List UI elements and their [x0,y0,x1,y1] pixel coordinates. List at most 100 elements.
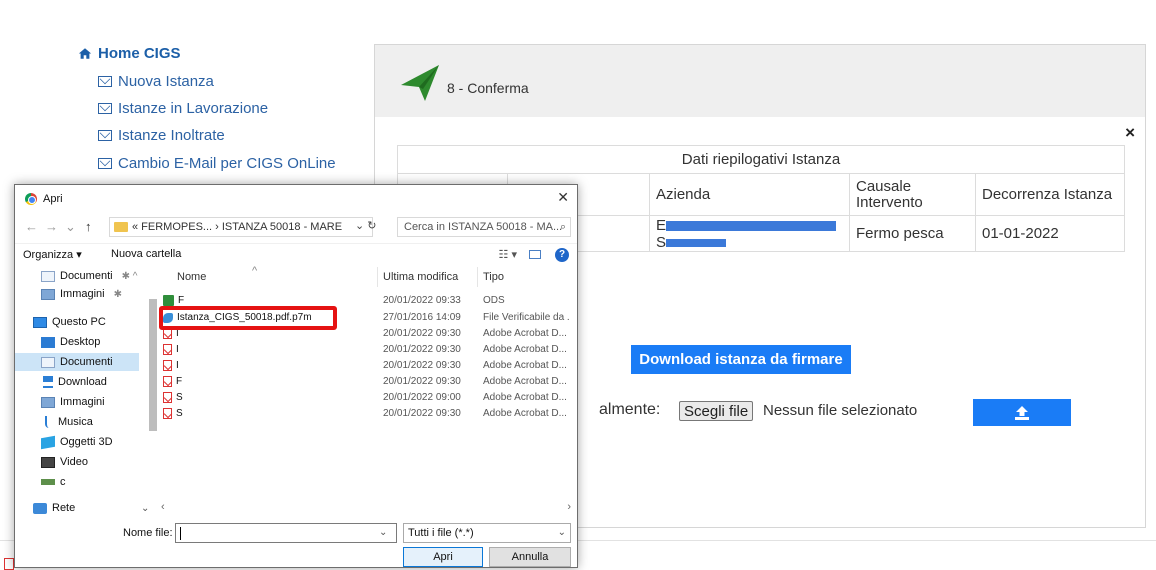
file-name-text: I [176,344,179,355]
nav-home-link[interactable]: Home CIGS [78,42,181,64]
document-folder-icon [41,270,55,282]
download-button[interactable]: Download istanza da firmare [631,345,851,374]
file-list-hscrollbar[interactable]: ‹ › [157,501,575,515]
file-date: 20/01/2022 09:30 [383,344,461,355]
file-list: Nome ^ Ultima modifica Tipo F 20/01/2022… [157,265,577,503]
tree-item-label: Desktop [60,336,101,348]
desktop-icon [41,336,55,348]
choose-file-button[interactable]: Scegli file [679,401,754,421]
file-row[interactable]: S 20/01/2022 09:00 Adobe Acrobat D... [157,390,575,406]
pin-icon: ✱ [113,288,123,300]
scrollbar-thumb[interactable] [149,299,157,431]
dialog-toolbar: Organizza ▾ Nuova cartella ☷ ▾ ? [15,243,577,265]
chevron-down-icon[interactable]: ⌄ [141,503,149,514]
file-row[interactable]: F 20/01/2022 09:30 Adobe Acrobat D... [157,374,575,390]
tree-item-label: Documenti [60,270,113,282]
file-date: 27/01/2016 14:09 [383,312,461,323]
tree-item-immagini-pc[interactable]: Immagini [41,393,105,411]
ods-icon [163,295,174,306]
col-header-modified[interactable]: Ultima modifica [383,271,458,283]
address-bar[interactable]: « FERMOPES... › ISTANZA 50018 - MARE [109,217,373,237]
tree-item-rete[interactable]: Rete [33,499,75,517]
filetype-select[interactable]: Tutti i file (*.*) ⌄ [403,523,571,543]
open-button[interactable]: Apri [403,547,483,567]
organize-button[interactable]: Organizza ▾ [23,248,82,261]
close-icon[interactable]: ✕ [557,189,569,206]
file-date: 20/01/2022 09:33 [383,295,461,306]
chevron-down-icon[interactable]: ⌄ [379,527,387,538]
tree-item-desktop[interactable]: Desktop [41,333,100,351]
search-placeholder: Cerca in ISTANZA 50018 - MA... [404,221,563,233]
file-type: Adobe Acrobat D... [483,360,567,371]
tree-item-drive-c[interactable]: c [41,473,66,491]
tree-item-label: c [60,476,66,488]
col-header-name[interactable]: Nome [177,271,206,283]
column-separator [377,267,378,287]
file-name-text: F [178,295,185,306]
dialog-titlebar: Apri [15,185,577,213]
filename-input[interactable] [175,523,397,543]
download-icon [43,376,53,388]
col-header-type[interactable]: Tipo [483,271,504,283]
view-options-icon[interactable]: ☷ ▾ [499,248,517,261]
new-folder-button[interactable]: Nuova cartella [111,248,181,260]
video-icon [41,456,55,468]
file-type: Adobe Acrobat D... [483,344,567,355]
nav-item-label: Istanze in Lavorazione [118,100,269,117]
nav-item-cambio-email[interactable]: Cambio E-Mail per CIGS OnLine [98,155,336,172]
tree-item-oggetti-3d[interactable]: Oggetti 3D [41,433,113,451]
tree-item-musica[interactable]: Musica [45,413,93,431]
home-icon [78,47,92,59]
tree-item-label: Rete [52,502,76,514]
file-row[interactable]: S 20/01/2022 09:30 Adobe Acrobat D... [157,406,575,422]
nav-item-istanze-lavorazione[interactable]: Istanze in Lavorazione [98,100,268,117]
sort-arrow-icon: ^ [252,265,258,277]
nav-item-nuova-istanza[interactable]: Nuova Istanza [98,73,214,90]
mail-icon [98,158,112,169]
file-type: File Verificabile da ... [483,312,569,323]
tree-item-download[interactable]: Download [43,373,107,391]
recent-dropdown-icon[interactable]: ⌄ [65,219,76,235]
mail-icon [98,130,112,141]
cancel-button[interactable]: Annulla [489,547,571,567]
file-name-text: S [176,392,183,403]
pin-icon: ✱ ^ [121,270,138,282]
tree-item-questo-pc[interactable]: Questo PC [33,313,106,331]
up-arrow-icon[interactable]: ↑ [85,219,92,234]
file-name: F [163,295,184,306]
file-row[interactable]: I 20/01/2022 09:30 Adobe Acrobat D... [157,342,575,358]
tree-item-label: Documenti [60,356,113,368]
chevron-left-icon[interactable]: ‹ [161,501,165,513]
file-name-text: F [176,376,183,387]
pdf-icon [163,360,172,371]
refresh-icon[interactable]: ⌄ ↻ [355,219,377,232]
tree-item-immagini[interactable]: Immagini ✱ [41,285,122,303]
preview-pane-icon[interactable] [529,250,541,259]
redaction-bar [666,220,837,231]
back-arrow-icon[interactable]: ← [25,219,38,234]
close-icon[interactable]: × [1125,123,1135,143]
summary-title: Dati riepilogativi Istanza [397,145,1125,174]
tree-item-documenti-selected[interactable]: Documenti [15,353,139,371]
nav-item-istanze-inoltrate[interactable]: Istanze Inoltrate [98,127,225,144]
file-name-text: I [176,360,179,371]
folder-tree: Documenti ✱ ^ Immagini ✱ Questo PC Deskt… [15,267,157,503]
tree-item-documenti[interactable]: Documenti ✱ ^ [41,267,137,285]
tree-item-video[interactable]: Video [41,453,88,471]
filename-label: Nome file: [123,527,173,539]
cell-decorrenza: 01-01-2022 [975,215,1125,252]
dialog-title: Apri [43,193,63,205]
tree-scrollbar[interactable] [149,273,157,483]
chevron-right-icon[interactable]: › [567,501,571,513]
file-type: Adobe Acrobat D... [483,376,567,387]
help-icon[interactable]: ? [555,248,569,262]
col-header-causale: Causale Intervento [849,173,976,216]
selection-highlight [159,306,337,330]
search-input[interactable]: Cerca in ISTANZA 50018 - MA... ⌕ [397,217,571,237]
nav-item-label: Nuova Istanza [118,73,214,90]
file-open-dialog: Apri ✕ ← → ⌄ ↑ « FERMOPES... › ISTANZA 5… [14,184,578,568]
folder-icon [114,222,128,232]
forward-arrow-icon[interactable]: → [45,219,58,234]
upload-button[interactable] [973,399,1071,426]
file-row[interactable]: I 20/01/2022 09:30 Adobe Acrobat D... [157,358,575,374]
